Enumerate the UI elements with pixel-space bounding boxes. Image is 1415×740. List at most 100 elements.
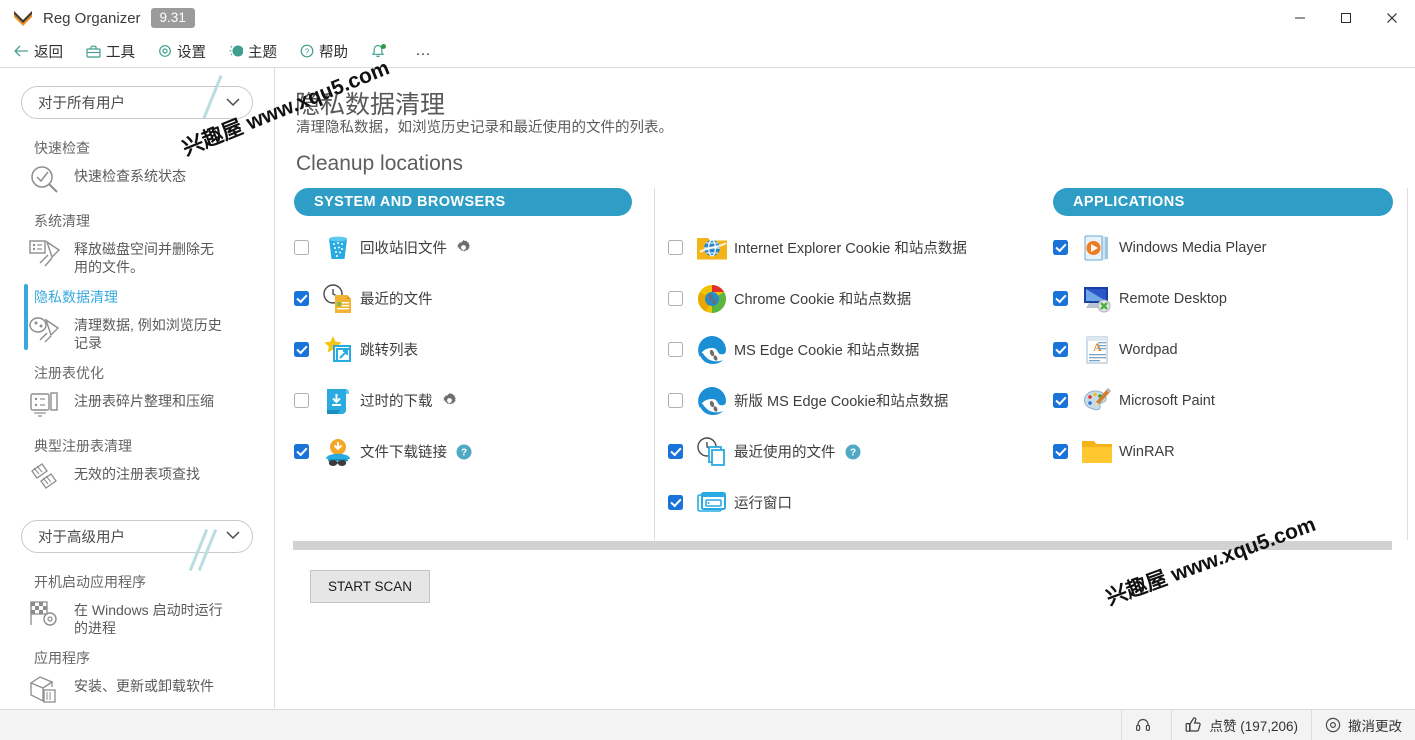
checkbox-microsoft-paint[interactable]	[1053, 393, 1068, 408]
checkbox-download-link[interactable]	[294, 444, 309, 459]
menu-item-theme-label: 主题	[248, 44, 277, 61]
checkbox-ie-cookie[interactable]	[668, 240, 683, 255]
app-title: Reg Organizer	[43, 9, 141, 27]
checkbox-row-winrar[interactable]: WinRAR	[1053, 426, 1395, 477]
menu-item-help[interactable]: ? 帮助	[300, 41, 348, 62]
checkbox-recent-used-files[interactable]	[668, 444, 683, 459]
menu-overflow-button[interactable]: …	[415, 42, 432, 60]
column-separator	[1407, 188, 1408, 540]
checkbox-msedge-new-cookie[interactable]	[668, 393, 683, 408]
sidebar-item-quick-check[interactable]: 快速检查 快速检查系统状态	[0, 133, 274, 206]
checkbox-row-msedge-cookie[interactable]: MS Edge Cookie 和站点数据	[668, 324, 1035, 375]
sidebar-item-registry-optimize[interactable]: 注册表优化 注册表碎片整理和压缩	[0, 358, 274, 431]
scrollbar-thumb[interactable]	[293, 541, 1392, 550]
checkbox-wordpad[interactable]	[1053, 342, 1068, 357]
windows-media-player-icon	[1077, 228, 1117, 268]
checkbox-row-microsoft-paint[interactable]: Microsoft Paint	[1053, 375, 1395, 426]
microsoft-paint-icon	[1077, 381, 1117, 421]
checkbox-row-jump-list[interactable]: 跳转列表	[294, 324, 650, 375]
checkbox-row-remote-desktop[interactable]: Remote Desktop	[1053, 273, 1395, 324]
checkbox-label-old-downloads: 过时的下载	[360, 394, 433, 410]
menu-item-tools[interactable]: 工具	[86, 41, 135, 62]
menu-item-back[interactable]: 返回	[14, 41, 63, 62]
registry-optimize-icon	[24, 384, 66, 426]
column-header-system-and-browsers: SYSTEM AND BROWSERS	[294, 188, 632, 216]
checkbox-row-msedge-new-cookie[interactable]: 新版 MS Edge Cookie和站点数据	[668, 375, 1035, 426]
checkbox-row-recent-used-files[interactable]: 最近使用的文件 ?	[668, 426, 1035, 477]
sidebar-item-applications-desc: 安装、更新或卸载软件	[74, 677, 214, 694]
start-scan-button[interactable]: START SCAN	[310, 570, 430, 603]
checkbox-run-dialog[interactable]	[668, 495, 683, 510]
sidebar-item-privacy-clean-desc: 清理数据, 例如浏览历史记录	[74, 316, 222, 352]
recycle-bin-icon	[318, 228, 358, 268]
sidebar-item-applications-title: 应用程序	[34, 649, 90, 666]
sidebar-item-applications[interactable]: 应用程序 安装、更新或卸载软件	[0, 643, 274, 708]
main-content: 隐私数据清理 清理隐私数据，如浏览历史记录和最近使用的文件的列表。 Cleanu…	[275, 68, 1415, 708]
close-button[interactable]	[1369, 0, 1415, 36]
menu-item-settings[interactable]: 设置	[158, 41, 206, 62]
sidebar-item-registry-optimize-desc: 注册表碎片整理和压缩	[74, 392, 214, 409]
user-scope-select-all[interactable]: 对于所有用户	[21, 86, 253, 119]
checkbox-row-recent-files[interactable]: 最近的文件	[294, 273, 650, 324]
page-subtitle: 清理隐私数据，如浏览历史记录和最近使用的文件的列表。	[296, 120, 673, 136]
sidebar-item-registry-clean-title: 典型注册表清理	[34, 437, 132, 454]
user-scope-select-advanced[interactable]: 对于高级用户	[21, 519, 253, 553]
checkbox-label-chrome-cookie: Chrome Cookie 和站点数据	[734, 292, 912, 308]
checkbox-row-ie-cookie[interactable]: Internet Explorer Cookie 和站点数据	[668, 222, 1035, 273]
title-bar: Reg Organizer 9.31	[0, 0, 1415, 36]
user-scope-select-advanced-value: 对于高级用户	[38, 529, 125, 546]
maximize-button[interactable]	[1323, 0, 1369, 36]
app-logo-icon	[13, 9, 33, 27]
sidebar-item-startup-apps-title: 开机启动应用程序	[34, 573, 146, 590]
help-circle-icon[interactable]: ?	[456, 444, 472, 460]
checkbox-row-windows-media-player[interactable]: Windows Media Player	[1053, 222, 1395, 273]
gear-icon[interactable]	[442, 393, 457, 408]
checkbox-winrar[interactable]	[1053, 444, 1068, 459]
checkbox-row-old-downloads[interactable]: 过时的下载	[294, 375, 650, 426]
checkbox-remote-desktop[interactable]	[1053, 291, 1068, 306]
sidebar-item-quick-check-desc: 快速检查系统状态	[74, 168, 186, 184]
minimize-button[interactable]	[1277, 0, 1323, 36]
like-button[interactable]: 点赞 (197,206)	[1171, 709, 1311, 740]
checkbox-msedge-cookie[interactable]	[668, 342, 683, 357]
toolbox-icon	[86, 45, 101, 58]
thumbs-up-icon	[1185, 717, 1202, 733]
checkbox-row-chrome-cookie[interactable]: Chrome Cookie 和站点数据	[668, 273, 1035, 324]
gear-icon[interactable]	[456, 240, 471, 255]
help-circle-icon[interactable]: ?	[845, 444, 861, 460]
wordpad-icon: A	[1077, 330, 1117, 370]
app-window: Reg Organizer 9.31 返回 工具 设置 主题 ? 帮助 … 对于…	[0, 0, 1415, 740]
checkbox-row-download-link[interactable]: 文件下载链接 ?	[294, 426, 650, 477]
sidebar-item-startup-apps-desc: 在 Windows 启动时运行的进程	[74, 601, 223, 637]
ms-edge-new-icon	[692, 381, 732, 421]
checkbox-jump-list[interactable]	[294, 342, 309, 357]
sidebar-item-startup-apps[interactable]: 开机启动应用程序 在 Windows 启动时运行的进程	[0, 567, 274, 643]
horizontal-scrollbar[interactable]	[293, 541, 1415, 550]
column-header-spacer	[668, 188, 1035, 222]
checkbox-chrome-cookie[interactable]	[668, 291, 683, 306]
checkbox-windows-media-player[interactable]	[1053, 240, 1068, 255]
sidebar-item-privacy-clean[interactable]: 隐私数据清理 清理数据, 例如浏览历史记录	[0, 282, 274, 358]
sidebar-item-quick-check-title: 快速检查	[34, 140, 90, 156]
remote-desktop-icon	[1077, 279, 1117, 319]
undo-changes-button[interactable]: 撤消更改	[1311, 709, 1415, 740]
checkbox-old-downloads[interactable]	[294, 393, 309, 408]
help-circle-icon: ?	[300, 44, 314, 58]
checkbox-label-msedge-cookie: MS Edge Cookie 和站点数据	[734, 343, 920, 359]
sidebar-item-registry-clean[interactable]: 典型注册表清理 无效的注册表项查找	[0, 431, 274, 504]
checkbox-row-wordpad[interactable]: A Wordpad	[1053, 324, 1395, 375]
svg-text:?: ?	[305, 47, 310, 56]
checkbox-label-microsoft-paint: Microsoft Paint	[1119, 392, 1215, 409]
checkbox-row-run-dialog[interactable]: 运行窗口	[668, 477, 1035, 528]
checkbox-row-recycle-bin[interactable]: 回收站旧文件	[294, 222, 650, 273]
checkbox-recent-files[interactable]	[294, 291, 309, 306]
menu-item-theme[interactable]: 主题	[229, 41, 277, 62]
notifications-button[interactable]	[371, 43, 386, 59]
sidebar-item-system-clean[interactable]: 系统清理 释放磁盘空间并删除无用的文件。	[0, 206, 274, 282]
checkbox-recycle-bin[interactable]	[294, 240, 309, 255]
column-applications: APPLICATIONS Windows Media Player Remote…	[1035, 188, 1395, 546]
magnifier-check-icon	[24, 159, 66, 201]
status-bar: 点赞 (197,206) 撤消更改	[0, 709, 1415, 740]
headset-icon	[1135, 717, 1151, 733]
support-button[interactable]	[1121, 709, 1171, 740]
